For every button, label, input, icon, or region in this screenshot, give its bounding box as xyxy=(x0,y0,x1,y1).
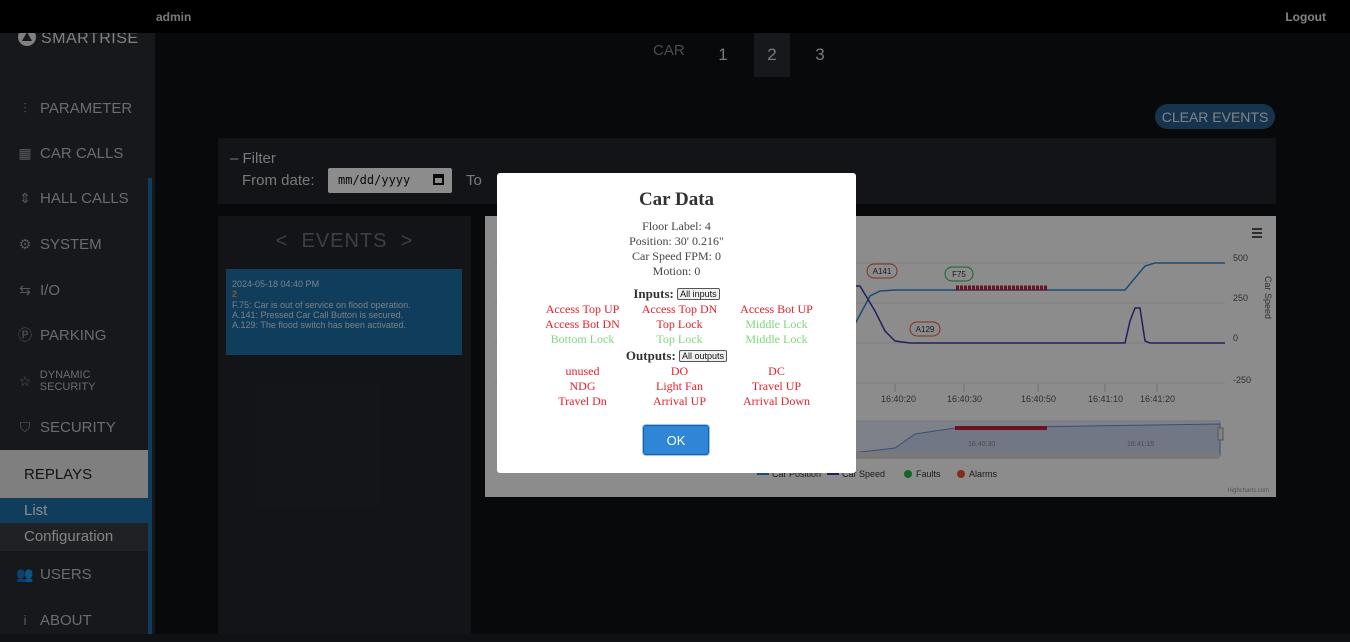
car-data-modal: Car Data Floor Label: 4 Position: 30' 0.… xyxy=(497,173,856,473)
outputs-grid: unused DO DC NDG Light Fan Travel UP Travel Dn… xyxy=(534,364,824,409)
output-status: Travel UP xyxy=(751,379,802,393)
speed-value: Car Speed FPM: 0 xyxy=(631,249,721,263)
inputs-label: Inputs: xyxy=(633,286,674,301)
output-status: unused xyxy=(565,364,600,378)
all-outputs-button[interactable]: All outputs xyxy=(679,350,728,362)
output-status: DC xyxy=(768,364,785,378)
input-status: Access Bot UP xyxy=(740,302,813,316)
input-status: Access Bot DN xyxy=(545,317,620,331)
output-status: DO xyxy=(670,364,689,378)
output-status: Travel Dn xyxy=(558,394,607,408)
input-status: Access Top DN xyxy=(641,302,718,316)
position-value: Position: 30' 0.216" xyxy=(629,234,724,248)
output-status: Arrival Down xyxy=(743,394,810,408)
inputs-heading: Inputs: All inputs xyxy=(497,286,856,302)
motion-value: Motion: 0 xyxy=(652,264,701,278)
ok-button[interactable]: OK xyxy=(643,425,709,455)
input-status: Top Lock xyxy=(656,317,703,331)
inputs-grid: Access Top UP Access Top DN Access Bot UP A… xyxy=(534,302,824,347)
input-status: Bottom Lock xyxy=(550,332,615,346)
modal-title: Car Data xyxy=(638,189,715,210)
output-status: Arrival UP xyxy=(653,394,706,408)
floor-label: Floor Label: 4 xyxy=(642,219,711,233)
output-status: Light Fan xyxy=(656,379,703,393)
outputs-label: Outputs: xyxy=(625,348,676,363)
input-status: Access Top UP xyxy=(545,302,620,316)
outputs-heading: Outputs: All outputs xyxy=(497,348,856,364)
all-inputs-button[interactable]: All inputs xyxy=(677,288,720,300)
output-status: NDG xyxy=(569,379,596,393)
input-status: Middle Lock xyxy=(745,332,808,346)
input-status: Middle Lock xyxy=(745,317,808,331)
input-status: Top Lock xyxy=(656,332,703,346)
